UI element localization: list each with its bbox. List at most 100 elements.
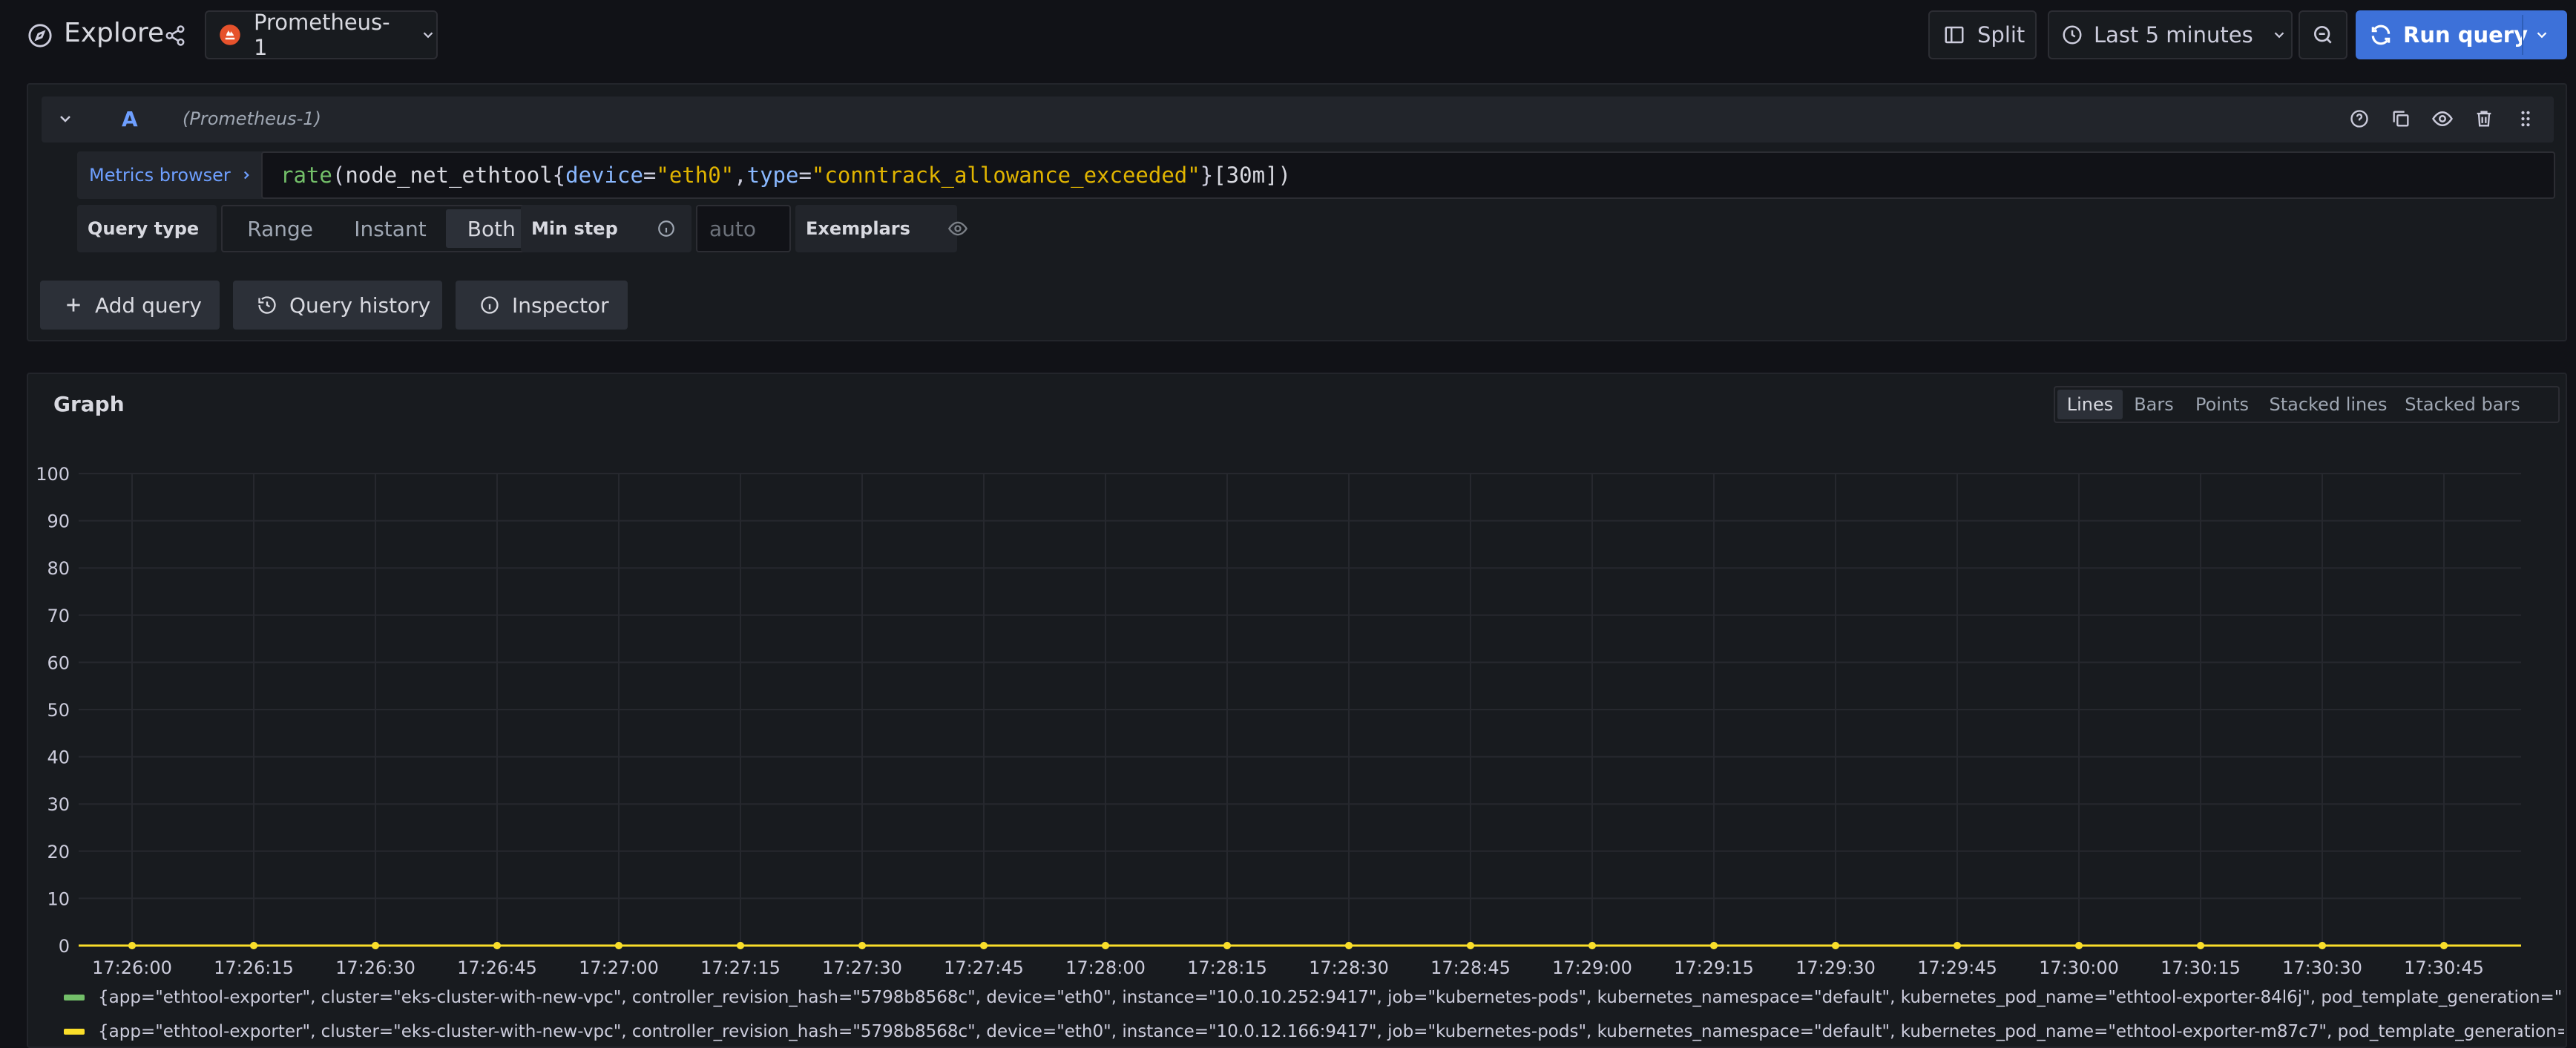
x-tick-label: 17:27:15 — [700, 957, 781, 978]
query-label-value: "conntrack_allowance_exceeded" — [811, 163, 1200, 188]
graph-panel: Graph Lines Bars Points Stacked lines St… — [27, 373, 2567, 1048]
query-label-value: "eth0" — [656, 163, 735, 188]
refresh-icon — [2369, 23, 2393, 47]
data-point — [2319, 942, 2326, 949]
data-point — [980, 942, 988, 949]
drag-handle-icon[interactable] — [2512, 105, 2539, 132]
y-tick-label: 30 — [47, 794, 70, 815]
data-point — [250, 942, 257, 949]
x-tick-label: 17:28:15 — [1187, 957, 1267, 978]
query-paren-open: ( — [332, 163, 346, 188]
add-query-button[interactable]: Add query — [40, 281, 220, 330]
query-type-radio-group: Range Instant Both — [221, 205, 542, 252]
eye-icon — [947, 218, 968, 239]
chevron-down-icon[interactable] — [2534, 27, 2550, 43]
metrics-browser-label: Metrics browser — [89, 165, 231, 186]
time-range-label: Last 5 minutes — [2094, 22, 2253, 48]
min-step-input[interactable]: auto — [696, 205, 791, 252]
prometheus-logo-icon — [218, 23, 242, 47]
x-tick-label: 17:27:30 — [822, 957, 902, 978]
x-tick-label: 17:29:30 — [1795, 957, 1876, 978]
x-tick-label: 17:29:00 — [1552, 957, 1632, 978]
eye-icon[interactable] — [2429, 105, 2456, 132]
run-query-button[interactable]: Run query — [2356, 10, 2567, 59]
x-tick-label: 17:28:30 — [1309, 957, 1389, 978]
legend-item[interactable]: {app="ethtool-exporter", cluster="eks-cl… — [64, 983, 2564, 1012]
query-row-actions — [2346, 105, 2539, 132]
data-point — [1223, 942, 1231, 949]
data-point — [1710, 942, 1718, 949]
y-tick-label: 0 — [59, 936, 70, 957]
x-tick-label: 17:30:00 — [2039, 957, 2119, 978]
x-tick-label: 17:28:45 — [1430, 957, 1511, 978]
x-tick-label: 17:30:15 — [2161, 957, 2241, 978]
query-function: rate — [280, 163, 332, 188]
split-button[interactable]: Split — [1928, 10, 2037, 59]
query-brace-close: } — [1200, 163, 1214, 188]
exemplars-toggle[interactable]: Exemplars — [795, 205, 967, 252]
data-point — [1467, 942, 1474, 949]
data-point — [2075, 942, 2083, 949]
run-query-label: Run query — [2403, 22, 2528, 48]
data-point — [1588, 942, 1596, 949]
data-point — [1345, 942, 1353, 949]
split-columns-icon — [1943, 24, 1965, 46]
query-label-key: device — [565, 163, 643, 188]
inspector-button[interactable]: Inspector — [456, 281, 628, 330]
zoom-out-button[interactable] — [2299, 10, 2347, 59]
zoom-out-icon — [2311, 23, 2335, 47]
min-step-label: Min step — [521, 205, 691, 252]
share-icon[interactable] — [162, 22, 188, 49]
y-tick-label: 10 — [47, 888, 70, 909]
y-tick-label: 50 — [47, 700, 70, 721]
y-tick-label: 70 — [47, 606, 70, 626]
run-query-divider — [2522, 15, 2523, 55]
x-tick-label: 17:28:00 — [1065, 957, 1146, 978]
query-row-header: A (Prometheus-1) — [42, 96, 2554, 143]
time-series-chart[interactable]: 0 10 20 30 40 50 60 70 80 90 100 17:26:00 17:26:15 17… — [28, 374, 2566, 990]
split-label: Split — [1977, 22, 2025, 48]
metrics-browser-button[interactable]: Metrics browser — [77, 151, 276, 199]
x-tick-label: 17:29:15 — [1674, 957, 1754, 978]
min-step-label-text: Min step — [531, 218, 618, 239]
query-ref-id[interactable]: A — [122, 107, 138, 131]
y-tick-label: 90 — [47, 511, 70, 532]
query-type-range[interactable]: Range — [226, 209, 335, 248]
y-tick-label: 40 — [47, 747, 70, 768]
time-range-picker[interactable]: Last 5 minutes — [2048, 10, 2293, 59]
query-type-instant[interactable]: Instant — [335, 209, 445, 248]
info-icon — [479, 295, 500, 315]
query-comma: , — [734, 163, 747, 188]
x-tick-label: 17:30:30 — [2282, 957, 2362, 978]
history-icon — [257, 295, 277, 315]
chevron-down-icon — [420, 27, 436, 43]
datasource-picker[interactable]: Prometheus-1 — [205, 10, 438, 60]
query-metric-name: node_net_ethtool — [345, 163, 553, 188]
clock-icon — [2061, 24, 2083, 46]
query-operator: = — [798, 163, 812, 188]
exemplars-label: Exemplars — [806, 218, 910, 239]
data-point — [372, 942, 379, 949]
collapse-chevron-icon[interactable] — [56, 110, 74, 128]
legend-item[interactable]: {app="ethtool-exporter", cluster="eks-cl… — [64, 1017, 2564, 1047]
data-point — [2440, 942, 2448, 949]
promql-query-input[interactable]: rate(node_net_ethtool{device = "eth0", type… — [261, 151, 2555, 199]
help-icon[interactable] — [2346, 105, 2373, 132]
query-operator: = — [643, 163, 657, 188]
query-datasource-hint: (Prometheus-1) — [183, 108, 321, 129]
data-point — [1102, 942, 1109, 949]
trash-icon[interactable] — [2471, 105, 2497, 132]
info-icon[interactable] — [657, 219, 676, 238]
duplicate-icon[interactable] — [2388, 105, 2414, 132]
x-tick-label: 17:29:45 — [1917, 957, 1997, 978]
query-label-key: type — [746, 163, 799, 188]
query-type-label: Query type — [77, 205, 217, 252]
y-tick-label: 80 — [47, 558, 70, 579]
compass-icon — [27, 22, 53, 49]
legend-series-label: {app="ethtool-exporter", cluster="eks-cl… — [98, 988, 2564, 1007]
query-brace-open: { — [552, 163, 566, 188]
query-history-label: Query history — [289, 292, 431, 318]
data-point — [1832, 942, 1839, 949]
query-range: [30m]) — [1213, 163, 1291, 188]
query-history-button[interactable]: Query history — [233, 281, 442, 330]
